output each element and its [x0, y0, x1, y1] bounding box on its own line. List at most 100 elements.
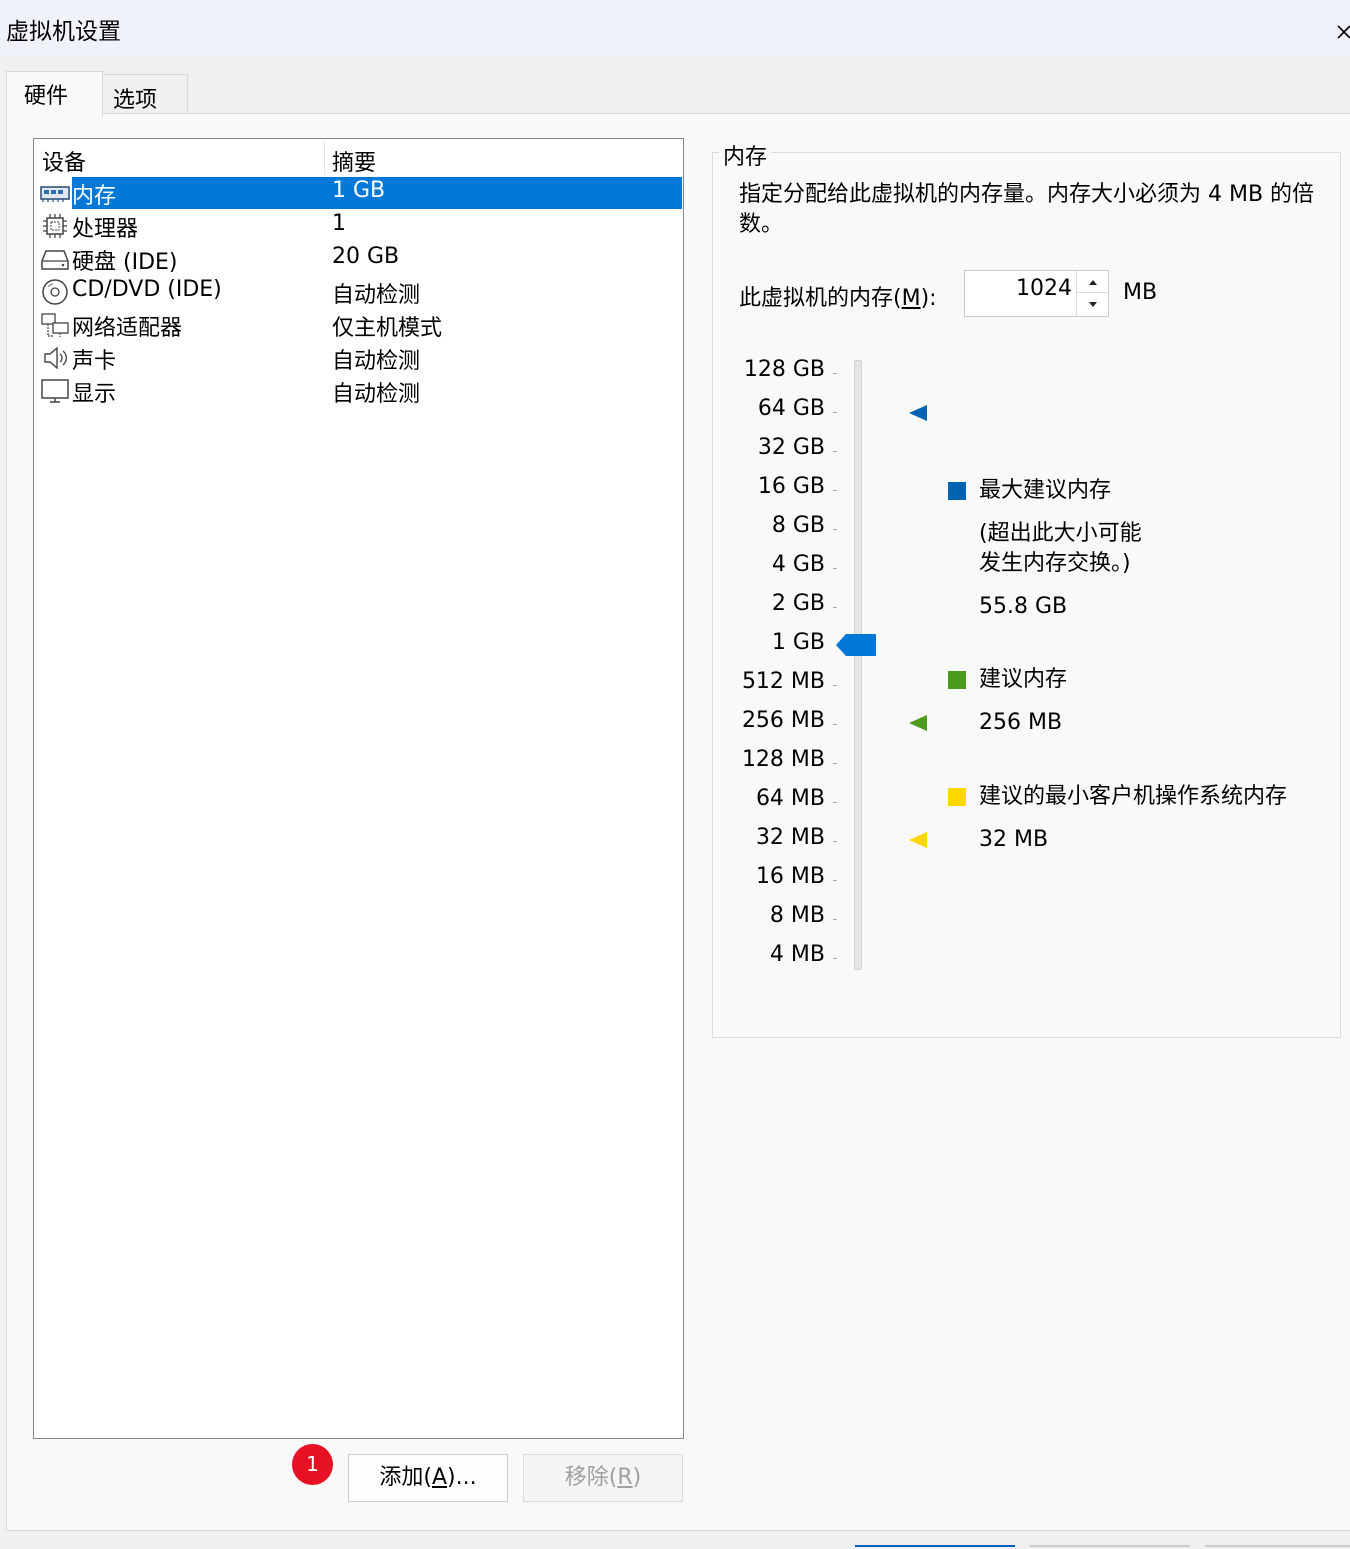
memory-slider-track[interactable] — [854, 360, 862, 970]
scale-label: 4 MB — [769, 942, 825, 967]
scale-label: 32 GB — [757, 435, 825, 460]
scale-tick — [833, 490, 837, 491]
cancel-button-edge[interactable] — [1030, 1545, 1190, 1549]
scale-tick — [833, 529, 837, 530]
scale-label: 8 MB — [769, 903, 825, 928]
memory-slider-thumb[interactable] — [836, 633, 877, 657]
tab-options[interactable]: 选项 — [102, 74, 188, 114]
remove-button-label-tail: ) — [632, 1465, 642, 1490]
scale-tick — [833, 607, 837, 608]
max-recommended-note-line2: 发生内存交换。) — [979, 551, 1131, 576]
memory-unit: MB — [1123, 280, 1158, 305]
add-button-label: 添加( — [379, 1465, 432, 1490]
device-name: 内存 — [72, 184, 117, 209]
scale-tick — [833, 919, 837, 920]
column-header-summary[interactable]: 摘要 — [332, 145, 376, 177]
triangle-left-icon — [909, 832, 927, 848]
scale-tick — [833, 763, 837, 764]
processor-icon — [40, 212, 70, 240]
device-summary: 自动检测 — [332, 382, 421, 407]
scale-tick — [833, 802, 837, 803]
device-summary: 1 GB — [332, 178, 386, 203]
device-row-processor[interactable]: 处理器 1 — [38, 210, 682, 243]
remove-button[interactable]: 移除(R) — [523, 1454, 683, 1502]
device-row-cd-dvd[interactable]: CD/DVD (IDE) 自动检测 — [38, 276, 682, 309]
device-name: 声卡 — [72, 349, 117, 374]
tab-hardware-label: 硬件 — [24, 84, 69, 109]
memory-icon — [40, 179, 70, 207]
slider-thumb-icon — [836, 634, 876, 656]
recommended-value: 256 MB — [979, 710, 1063, 735]
scale-tick — [833, 412, 837, 413]
scale-label: 512 MB — [741, 669, 825, 694]
memory-stepper[interactable] — [1076, 271, 1109, 316]
device-name: 硬盘 (IDE) — [72, 250, 178, 275]
device-row-display[interactable]: 显示 自动检测 — [38, 375, 682, 408]
max-recommended-swatch — [948, 482, 966, 500]
scale-label: 2 GB — [771, 591, 825, 616]
column-separator[interactable] — [324, 141, 325, 175]
device-summary: 自动检测 — [332, 349, 421, 374]
scale-tick — [833, 685, 837, 686]
scale-label: 16 MB — [755, 864, 825, 889]
display-icon — [40, 377, 70, 405]
device-name: 显示 — [72, 382, 117, 407]
memory-input-value: 1024 — [1016, 276, 1072, 301]
add-button-accesskey: A — [431, 1465, 448, 1490]
ok-button-edge[interactable] — [855, 1545, 1015, 1549]
remove-button-label: 移除( — [564, 1465, 618, 1490]
device-summary: 20 GB — [332, 244, 400, 269]
scale-label: 64 MB — [755, 786, 825, 811]
device-name: 处理器 — [72, 217, 139, 242]
help-button-edge[interactable] — [1205, 1545, 1350, 1549]
scale-label: 16 GB — [757, 474, 825, 499]
triangle-left-icon — [909, 715, 927, 731]
device-row-network-adapter[interactable]: 网络适配器 仅主机模式 — [38, 309, 682, 342]
scale-label: 256 MB — [741, 708, 825, 733]
cd-dvd-icon — [40, 278, 70, 306]
scale-tick — [833, 841, 837, 842]
min-guest-os-value: 32 MB — [979, 827, 1049, 852]
memory-group-label: 内存 — [719, 139, 772, 171]
memory-field-label-text: 此虚拟机的内存( — [739, 286, 902, 311]
device-summary: 自动检测 — [332, 283, 421, 308]
scale-tick — [833, 724, 837, 725]
scale-label: 64 GB — [757, 396, 825, 421]
scale-tick — [833, 373, 837, 374]
memory-decrement-button[interactable] — [1077, 294, 1109, 316]
remove-button-accesskey: R — [617, 1465, 633, 1490]
scale-label: 32 MB — [755, 825, 825, 850]
arrow-up-icon — [1089, 280, 1097, 285]
tab-hardware[interactable]: 硬件 — [6, 71, 103, 117]
recommended-title: 建议内存 — [979, 667, 1068, 692]
max-recommended-marker — [908, 404, 928, 422]
memory-field-label: 此虚拟机的内存(M): — [739, 280, 937, 312]
device-list[interactable]: 设备 摘要 内存 1 GB 处理器 1 硬盘 (IDE) 20 GB CD/DV… — [33, 138, 684, 1439]
scale-label: 128 GB — [743, 357, 825, 382]
close-button[interactable] — [1330, 10, 1350, 44]
memory-field-label-tail: ): — [920, 286, 937, 311]
window-title: 虚拟机设置 — [6, 19, 121, 45]
device-name: 网络适配器 — [72, 316, 183, 341]
min-guest-os-marker — [908, 831, 928, 849]
column-header-device[interactable]: 设备 — [42, 145, 86, 177]
arrow-down-icon — [1089, 302, 1097, 307]
scale-tick — [833, 958, 837, 959]
max-recommended-title: 最大建议内存 — [979, 478, 1112, 503]
scale-tick — [833, 568, 837, 569]
add-button-label-tail: )... — [447, 1465, 477, 1490]
scale-tick — [833, 451, 837, 452]
min-guest-os-title: 建议的最小客户机操作系统内存 — [979, 784, 1288, 809]
memory-field-accesskey: M — [901, 286, 921, 311]
device-row-hard-disk[interactable]: 硬盘 (IDE) 20 GB — [38, 243, 682, 276]
memory-increment-button[interactable] — [1077, 271, 1109, 293]
device-name: CD/DVD (IDE) — [72, 277, 222, 302]
add-button[interactable]: 添加(A)... — [348, 1454, 508, 1502]
device-row-memory[interactable]: 内存 1 GB — [38, 177, 682, 210]
close-icon — [1337, 25, 1350, 39]
max-recommended-note-line1: (超出此大小可能 — [979, 521, 1142, 546]
device-row-sound-card[interactable]: 声卡 自动检测 — [38, 342, 682, 375]
title-bar: 虚拟机设置 — [0, 0, 1350, 56]
scale-label: 8 GB — [771, 513, 825, 538]
memory-description: 指定分配给此虚拟机的内存量。内存大小必须为 4 MB 的倍数。 — [739, 182, 1315, 237]
